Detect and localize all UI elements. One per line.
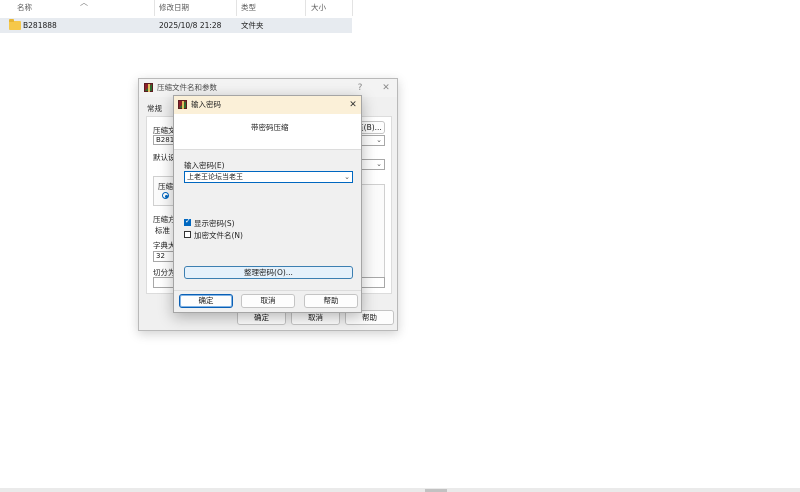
method-value[interactable]: 标准: [155, 225, 170, 236]
password-dialog-title: 输入密码: [191, 100, 221, 109]
column-divider[interactable]: [352, 0, 353, 16]
chevron-down-icon: ⌄: [376, 160, 382, 168]
password-value: 上老王论坛当老王: [187, 173, 243, 181]
column-divider[interactable]: [154, 0, 155, 16]
file-type: 文件夹: [241, 21, 264, 30]
password-ok-button[interactable]: 确定: [179, 294, 233, 308]
file-date: 2025/10/8 21:28: [159, 21, 222, 30]
show-password-label: 显示密码(S): [194, 219, 235, 228]
header-text: 带密码压缩: [251, 123, 289, 132]
chevron-down-icon: ⌄: [344, 173, 350, 181]
format-group-label: 压缩: [158, 182, 173, 191]
horizontal-scrollbar[interactable]: [0, 488, 800, 492]
password-cancel-button[interactable]: 取消: [241, 294, 295, 308]
column-divider[interactable]: [305, 0, 306, 16]
password-dialog: 输入密码 ✕ 带密码压缩 输入密码(E) 上老王论坛当老王 ⌄ 显示密码(S) …: [173, 95, 362, 313]
column-header-type[interactable]: 类型: [241, 0, 256, 17]
winrar-icon: [144, 83, 153, 92]
winrar-icon: [178, 100, 187, 109]
sort-up-icon: ︿: [80, 0, 88, 7]
format-radio[interactable]: [162, 192, 169, 199]
file-name: B281888: [23, 21, 57, 30]
organize-passwords-button[interactable]: 整理密码(O)...: [184, 266, 353, 279]
password-help-button[interactable]: 帮助: [304, 294, 358, 308]
password-header: 带密码压缩: [174, 114, 361, 150]
password-dialog-titlebar[interactable]: 输入密码 ✕: [174, 96, 361, 114]
enter-password-label: 输入密码(E): [184, 161, 225, 170]
close-icon[interactable]: ✕: [379, 79, 393, 97]
chevron-down-icon: ⌄: [376, 136, 382, 144]
show-password-checkbox[interactable]: [184, 217, 191, 226]
encrypt-names-label: 加密文件名(N): [194, 231, 243, 240]
column-header-size[interactable]: 大小: [311, 0, 326, 17]
file-row[interactable]: B281888 2025/10/8 21:28 文件夹: [0, 18, 352, 33]
column-divider[interactable]: [236, 0, 237, 16]
options-group: [360, 184, 385, 287]
password-input[interactable]: 上老王论坛当老王 ⌄: [184, 171, 353, 183]
column-header-name[interactable]: 名称: [17, 0, 32, 17]
encrypt-names-checkbox[interactable]: [184, 231, 191, 238]
column-header-date[interactable]: 修改日期: [159, 0, 189, 17]
tab-general[interactable]: 常规: [147, 103, 162, 114]
folder-icon: [9, 19, 21, 30]
close-icon[interactable]: ✕: [346, 96, 360, 114]
